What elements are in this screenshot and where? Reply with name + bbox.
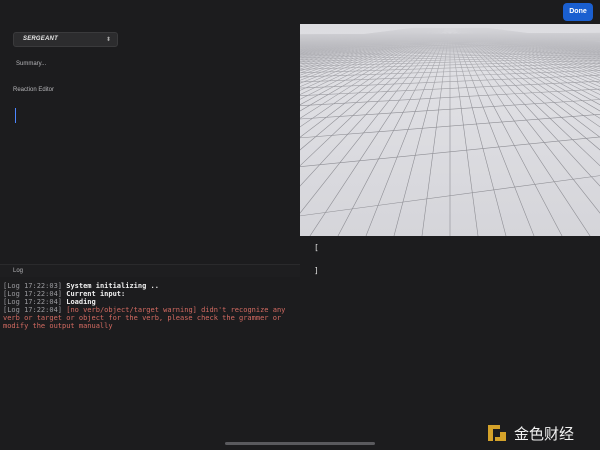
log-timestamp: [Log 17:22:04] xyxy=(3,290,63,298)
log-entry-warning: [Log 17:22:04] [no verb/object/target wa… xyxy=(3,306,295,330)
log-message: System initializing .. xyxy=(66,282,159,290)
log-timestamp: [Log 17:22:03] xyxy=(3,282,63,290)
reaction-editor-label: Reaction Editor xyxy=(13,87,55,93)
log-message: Loading xyxy=(66,298,96,306)
watermark-text: 金色财经 xyxy=(514,425,574,443)
home-indicator xyxy=(225,442,375,445)
chevron-updown-icon: ⬍ xyxy=(105,37,111,43)
gold-bracket-logo xyxy=(488,425,506,441)
role-select[interactable]: SERGEANT ⬍ xyxy=(13,32,118,47)
log-header: Log xyxy=(0,264,300,277)
summary-field[interactable]: Summary... xyxy=(16,61,46,67)
log-entry: [Log 17:22:03] System initializing .. xyxy=(3,282,295,290)
role-select-value: SERGEANT xyxy=(23,36,58,42)
text-caret xyxy=(15,108,16,123)
log-timestamp: [Log 17:22:04] xyxy=(3,298,63,306)
log-entry: [Log 17:22:04] Loading xyxy=(3,298,295,306)
log-panel: [Log 17:22:03] System initializing .. [L… xyxy=(3,282,295,330)
log-label: Log xyxy=(13,268,24,274)
log-entry: [Log 17:22:04] Current input: xyxy=(3,290,295,298)
log-timestamp: [Log 17:22:04] xyxy=(3,306,63,314)
reaction-editor-input[interactable] xyxy=(13,100,298,250)
output-close-bracket: ] xyxy=(314,266,319,275)
top-bar: Done xyxy=(0,0,600,24)
grid-floor xyxy=(300,24,600,236)
done-button[interactable]: Done xyxy=(563,3,593,21)
output-open-bracket: [ xyxy=(314,243,319,252)
watermark: 金色财经 xyxy=(486,422,596,444)
log-message: Current input: xyxy=(66,290,126,298)
3d-viewport[interactable] xyxy=(300,24,600,236)
